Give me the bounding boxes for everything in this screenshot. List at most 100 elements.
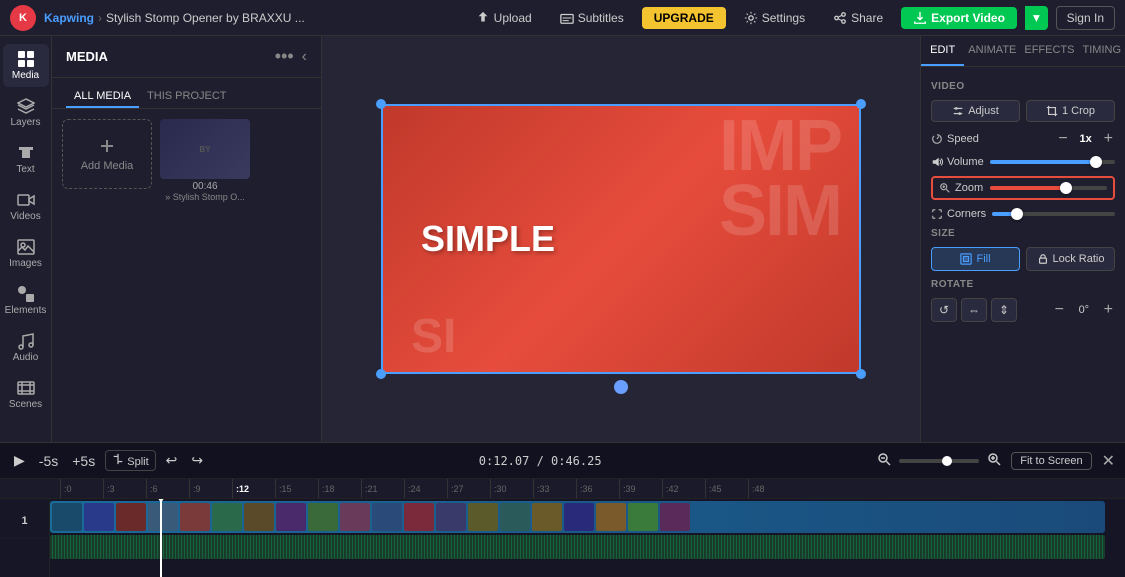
sidebar-item-images[interactable]: Images — [3, 232, 49, 275]
zoom-slider[interactable] — [990, 186, 1107, 190]
rotate-ccw-button[interactable]: ↺ — [931, 298, 957, 322]
ruler-mark: :6 — [146, 479, 189, 498]
timecode: 0:12.07 / 0:46.25 — [213, 454, 867, 468]
split-button[interactable]: Split — [105, 450, 155, 471]
clip-frame — [84, 503, 114, 531]
project-title[interactable]: Stylish Stomp Opener by BRAXXU ... — [106, 11, 305, 25]
media-thumbnail[interactable]: BY 00:46 » Stylish Stomp O... — [160, 119, 250, 202]
volume-row: Volume — [931, 156, 1115, 168]
rewind-5s-button[interactable]: -5s — [35, 451, 62, 471]
clip-frame — [500, 503, 530, 531]
volume-slider[interactable] — [990, 160, 1115, 164]
right-panel: EDIT ANIMATE EFFECTS TIMING VIDEO Adjust… — [920, 36, 1125, 442]
redo-button[interactable]: ↪ — [187, 450, 207, 471]
speed-row: Speed − 1x + — [931, 130, 1115, 148]
close-timeline-button[interactable]: ✕ — [1102, 451, 1115, 471]
signin-button[interactable]: Sign In — [1056, 6, 1115, 30]
clip-frame — [180, 503, 210, 531]
timeline-zoom-slider[interactable] — [899, 459, 979, 463]
ruler-mark: :18 — [318, 479, 361, 498]
speed-increase-button[interactable]: + — [1102, 130, 1115, 148]
fill-icon — [960, 253, 972, 265]
undo-button[interactable]: ↩ — [162, 450, 182, 471]
sidebar-item-elements[interactable]: Elements — [3, 279, 49, 322]
tracks-area[interactable] — [50, 499, 1125, 577]
corners-row: Corners — [931, 208, 1115, 220]
forward-5s-button[interactable]: +5s — [68, 451, 99, 471]
film-icon — [17, 379, 35, 397]
clip-frame — [212, 503, 242, 531]
rotate-row: ↺ ⇔ ⇕ − 0° + — [931, 298, 1115, 322]
sidebar-item-scenes[interactable]: Scenes — [3, 373, 49, 416]
timeline-tracks: 1 — [0, 499, 1125, 577]
settings-button[interactable]: Settings — [734, 7, 815, 29]
export-dropdown-button[interactable]: ▾ — [1025, 6, 1048, 30]
speed-icon — [931, 133, 943, 145]
handle-top-right[interactable] — [856, 99, 866, 109]
volume-icon — [931, 156, 943, 168]
canvas-wrapper[interactable]: IMPSIM SIMPLE SI — [381, 104, 861, 374]
sidebar-item-videos[interactable]: Videos — [3, 185, 49, 228]
fit-to-screen-button[interactable]: Fit to Screen — [1011, 452, 1091, 470]
volume-label: Volume — [931, 156, 984, 168]
sidebar-item-media[interactable]: Media — [3, 44, 49, 87]
handle-top-left[interactable] — [376, 99, 386, 109]
media-tab-all[interactable]: ALL MEDIA — [66, 86, 139, 108]
zoom-in-button[interactable] — [983, 450, 1005, 471]
share-button[interactable]: Share — [823, 7, 893, 29]
sidebar-item-text[interactable]: Text — [3, 138, 49, 181]
video-clip[interactable] — [50, 501, 1105, 533]
ruler-mark: :24 — [404, 479, 447, 498]
corners-slider[interactable] — [992, 212, 1115, 216]
sidebar-item-audio[interactable]: Audio — [3, 326, 49, 369]
crop-button[interactable]: 1 Crop — [1026, 100, 1115, 122]
handle-bottom-left[interactable] — [376, 369, 386, 379]
music-icon — [17, 332, 35, 350]
tab-timing[interactable]: TIMING — [1079, 36, 1125, 66]
left-sidebar: Media Layers Text Videos Images Elements… — [0, 36, 52, 442]
tab-effects[interactable]: EFFECTS — [1020, 36, 1078, 66]
media-panel: MEDIA ••• ‹ ALL MEDIA THIS PROJECT Add M… — [52, 36, 322, 442]
breadcrumb: Kapwing › Stylish Stomp Opener by BRAXXU… — [44, 11, 305, 25]
brand-name[interactable]: Kapwing — [44, 11, 94, 25]
canvas-text-simple: SIMPLE — [421, 218, 555, 260]
rotate-decrease-button[interactable]: − — [1053, 301, 1066, 319]
subtitles-button[interactable]: Subtitles — [550, 7, 634, 29]
canvas-text-imp: IMPSIM — [719, 114, 841, 244]
main-layout: Media Layers Text Videos Images Elements… — [0, 36, 1125, 442]
rotate-increase-button[interactable]: + — [1102, 301, 1115, 319]
size-buttons-row: Fill Lock Ratio — [931, 247, 1115, 271]
canvas-area: IMPSIM SIMPLE SI — [322, 36, 920, 442]
upload-button[interactable]: Upload — [466, 7, 542, 29]
upgrade-button[interactable]: UPGRADE — [642, 7, 726, 29]
media-tab-project[interactable]: THIS PROJECT — [139, 86, 234, 108]
lock-ratio-button[interactable]: Lock Ratio — [1026, 247, 1115, 271]
sidebar-item-layers[interactable]: Layers — [3, 91, 49, 134]
timeline: ▶ -5s +5s Split ↩ ↪ 0:12.07 / 0:46.25 Fi… — [0, 442, 1125, 577]
flip-v-button[interactable]: ⇕ — [991, 298, 1017, 322]
speed-decrease-button[interactable]: − — [1056, 130, 1069, 148]
ruler-mark: :27 — [447, 479, 490, 498]
zoom-out-button[interactable] — [873, 450, 895, 471]
clip-frame — [276, 503, 306, 531]
tab-animate[interactable]: ANIMATE — [964, 36, 1020, 66]
canvas-text-si: SI — [411, 309, 456, 364]
rotate-handle[interactable] — [614, 380, 628, 394]
play-button[interactable]: ▶ — [10, 450, 29, 471]
topbar: K Kapwing › Stylish Stomp Opener by BRAX… — [0, 0, 1125, 36]
layers-icon — [17, 97, 35, 115]
audio-track — [50, 535, 1105, 559]
fill-button[interactable]: Fill — [931, 247, 1020, 271]
media-more-button[interactable]: ••• — [275, 46, 294, 67]
export-button[interactable]: Export Video — [901, 7, 1017, 29]
adjust-crop-row: Adjust 1 Crop — [931, 100, 1115, 122]
playhead[interactable] — [160, 499, 162, 577]
clip-frame — [340, 503, 370, 531]
add-media-button[interactable]: Add Media — [62, 119, 152, 189]
flip-h-button[interactable]: ⇔ — [961, 298, 987, 322]
media-panel-close-button[interactable]: ‹ — [302, 48, 307, 66]
ruler-mark: :21 — [361, 479, 404, 498]
tab-edit[interactable]: EDIT — [921, 36, 964, 66]
adjust-button[interactable]: Adjust — [931, 100, 1020, 122]
handle-bottom-right[interactable] — [856, 369, 866, 379]
